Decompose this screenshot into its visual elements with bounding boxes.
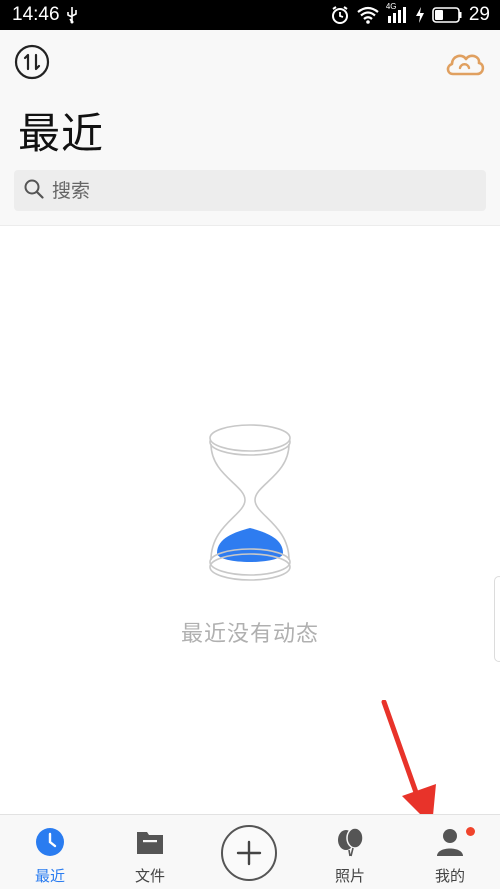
page-title: 最近 — [18, 109, 105, 158]
person-icon — [437, 829, 463, 856]
search-input[interactable] — [52, 179, 452, 202]
search-bar[interactable] — [14, 170, 486, 211]
wifi-icon — [357, 6, 379, 24]
battery-percent: 29 — [468, 4, 490, 25]
tab-files[interactable]: 文件 — [100, 815, 200, 889]
tab-recent-label: 最近 — [34, 867, 65, 885]
folder-icon — [137, 832, 163, 854]
tab-photos-label: 照片 — [334, 867, 365, 885]
empty-state: 最近没有动态 — [0, 420, 500, 648]
bottom-nav: 最近 文件 照片 我的 — [0, 814, 500, 889]
transfer-button[interactable] — [14, 44, 50, 80]
tab-recent[interactable]: 最近 — [0, 815, 100, 889]
alarm-icon — [330, 5, 350, 25]
hourglass-icon — [209, 424, 291, 581]
header: 最近 — [0, 30, 500, 226]
tab-files-label: 文件 — [134, 867, 165, 885]
status-time: 14:46 — [12, 4, 60, 25]
tab-mine-label: 我的 — [434, 867, 465, 885]
battery-icon — [432, 7, 462, 23]
empty-state-message: 最近没有动态 — [180, 622, 319, 647]
clock-icon — [36, 828, 64, 856]
tab-mine[interactable]: 我的 — [400, 815, 500, 889]
usb-icon — [66, 6, 78, 24]
tab-photos[interactable]: 照片 — [300, 815, 400, 889]
network-type-label: 4G — [385, 2, 397, 11]
cloud-icon — [446, 54, 485, 76]
transfer-icon — [14, 44, 50, 80]
edge-drawer-handle[interactable] — [494, 576, 500, 662]
annotation-arrow — [381, 700, 436, 826]
cloud-button[interactable] — [444, 48, 486, 78]
charging-icon — [415, 6, 425, 24]
notification-badge — [466, 827, 475, 836]
plus-icon — [236, 840, 262, 866]
balloons-icon — [338, 827, 364, 857]
signal-icon: 4G — [386, 2, 408, 24]
status-bar: 14:46 4G 29 — [0, 0, 500, 30]
search-icon — [24, 179, 44, 203]
add-button[interactable] — [221, 825, 277, 881]
